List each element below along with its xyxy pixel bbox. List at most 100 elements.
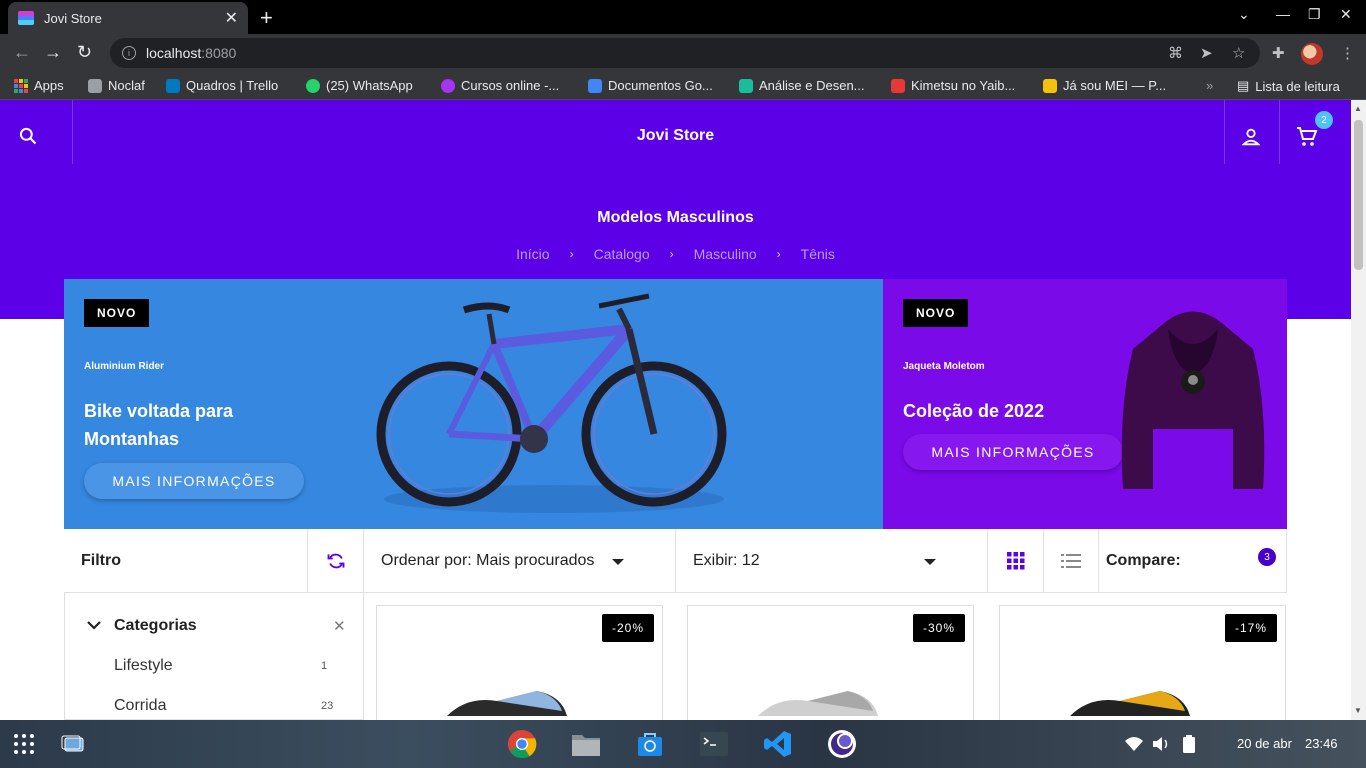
refresh-icon bbox=[327, 553, 344, 569]
address-bar[interactable]: i localhost:8080 bbox=[110, 38, 1260, 68]
back-icon[interactable]: ← bbox=[13, 42, 31, 63]
taskbar-time[interactable]: 23:46 bbox=[1305, 736, 1338, 751]
breadcrumb-item[interactable]: Masculino bbox=[694, 246, 757, 262]
window-switcher-icon[interactable] bbox=[58, 729, 88, 759]
bike-banner[interactable]: NOVO Aluminium Rider Bike voltada para M… bbox=[64, 279, 883, 529]
reset-filter-button[interactable] bbox=[308, 529, 364, 593]
terminal-icon[interactable] bbox=[699, 729, 729, 759]
bookmark-kimetsu[interactable]: Kimetsu no Yaib... bbox=[891, 78, 1015, 93]
reading-list-label: Lista de leitura bbox=[1255, 78, 1340, 94]
product-card[interactable]: -17% bbox=[999, 605, 1286, 720]
compare-label: Compare: bbox=[1106, 552, 1181, 569]
eclipse-icon[interactable] bbox=[827, 729, 857, 759]
store-brand[interactable]: Jovi Store bbox=[0, 127, 1351, 145]
bookmark-star-icon[interactable]: ☆ bbox=[1232, 44, 1245, 62]
bookmark-label: Análise e Desen... bbox=[759, 78, 865, 93]
bookmark-mei[interactable]: Já sou MEI — P... bbox=[1043, 78, 1166, 93]
tv-icon bbox=[891, 78, 905, 93]
chevron-right-icon: › bbox=[669, 247, 674, 261]
bookmark-label: (25) WhatsApp bbox=[326, 78, 413, 93]
product-card[interactable]: -20% bbox=[376, 605, 663, 720]
window-close-icon[interactable]: ✕ bbox=[1340, 6, 1352, 23]
volume-icon[interactable] bbox=[1146, 729, 1176, 759]
breadcrumb-item[interactable]: Início bbox=[516, 246, 549, 262]
browser-tab[interactable]: Jovi Store ✕ bbox=[8, 2, 248, 34]
store-favicon-icon bbox=[18, 11, 34, 25]
reload-icon[interactable]: ↻ bbox=[77, 42, 92, 63]
discount-badge: -30% bbox=[912, 614, 965, 642]
more-info-button[interactable]: MAIS INFORMAÇÕES bbox=[903, 434, 1123, 470]
url-port: :8080 bbox=[201, 45, 237, 61]
page-scrollbar[interactable]: ▲ ▼ bbox=[1351, 100, 1366, 720]
category-item[interactable]: Corrida bbox=[114, 697, 166, 715]
breadcrumb-item[interactable]: Catalogo bbox=[594, 246, 650, 262]
store-bag-icon[interactable] bbox=[635, 729, 665, 759]
banner-subtitle: Aluminium Rider bbox=[84, 361, 165, 372]
shopping-cart-icon[interactable] bbox=[1295, 125, 1319, 149]
category-count: 1 bbox=[321, 660, 328, 672]
breadcrumb-item: Tênis bbox=[800, 246, 835, 262]
show-count-select[interactable]: Exibir: 12 bbox=[676, 529, 988, 593]
grid-view-button[interactable] bbox=[988, 529, 1044, 593]
list-view-button[interactable] bbox=[1044, 529, 1099, 593]
tab-title: Jovi Store bbox=[44, 10, 102, 26]
hoodie-image bbox=[1121, 311, 1265, 489]
wifi-icon[interactable] bbox=[1119, 729, 1149, 759]
bookmark-label: Quadros | Trello bbox=[186, 78, 279, 93]
tab-close-icon[interactable]: ✕ bbox=[225, 8, 238, 28]
bookmark-analise[interactable]: Análise e Desen... bbox=[739, 78, 865, 93]
forward-icon[interactable]: → bbox=[44, 42, 62, 63]
chrome-icon[interactable] bbox=[507, 729, 537, 759]
filter-header: Filtro bbox=[64, 529, 308, 593]
filter-sidebar: Categorias ✕ Lifestyle 1 Corrida 23 bbox=[64, 593, 364, 720]
bookmark-label: Documentos Go... bbox=[608, 78, 713, 93]
os-taskbar: 20 de abr 23:46 bbox=[0, 720, 1366, 768]
maximize-icon[interactable]: ❐ bbox=[1308, 6, 1321, 23]
profile-avatar[interactable] bbox=[1301, 43, 1323, 65]
reading-list[interactable]: ▤ Lista de leitura bbox=[1237, 78, 1340, 94]
discount-badge: -20% bbox=[601, 614, 654, 642]
tab-search-icon[interactable]: ⌄ bbox=[1238, 6, 1250, 23]
category-item[interactable]: Lifestyle bbox=[114, 657, 173, 675]
site-info-icon[interactable]: i bbox=[122, 46, 136, 60]
bookmark-label: Noclaf bbox=[108, 78, 145, 93]
categories-title[interactable]: Categorias bbox=[114, 617, 197, 635]
new-tab-icon[interactable]: + bbox=[260, 5, 273, 31]
battery-icon[interactable] bbox=[1174, 729, 1204, 759]
send-icon[interactable]: ➤ bbox=[1200, 44, 1213, 62]
reading-list-icon: ▤ bbox=[1237, 78, 1250, 93]
user-account-icon[interactable] bbox=[1240, 126, 1262, 148]
vscode-icon[interactable] bbox=[763, 729, 793, 759]
shoe-image bbox=[758, 691, 878, 716]
cart-count-badge: 2 bbox=[1315, 111, 1333, 129]
hoodie-banner[interactable]: NOVO Jaqueta Moletom Coleção de 2022 MAI… bbox=[883, 279, 1287, 529]
scroll-thumb[interactable] bbox=[1354, 120, 1363, 270]
browser-menu-icon[interactable]: ⋮ bbox=[1340, 44, 1355, 62]
new-tag: NOVO bbox=[903, 299, 969, 327]
mei-icon bbox=[1043, 78, 1057, 93]
bookmark-docs[interactable]: Documentos Go... bbox=[588, 78, 713, 93]
scroll-down-icon[interactable]: ▼ bbox=[1354, 706, 1362, 715]
bookmark-apps[interactable]: Apps bbox=[14, 78, 64, 93]
banner-headline: Bike voltada para Montanhas bbox=[84, 401, 234, 449]
app-launcher-icon[interactable] bbox=[9, 729, 39, 759]
bookmark-cursos[interactable]: Cursos online -... bbox=[441, 78, 559, 93]
analise-icon bbox=[739, 78, 753, 93]
files-icon[interactable] bbox=[571, 729, 601, 759]
more-info-button[interactable]: MAIS INFORMAÇÕES bbox=[84, 463, 304, 499]
sort-select[interactable]: Ordenar por: Mais procurados bbox=[364, 529, 676, 593]
category-count: 23 bbox=[321, 700, 334, 712]
translate-icon[interactable]: ⌘ bbox=[1168, 44, 1183, 62]
chevron-down-icon[interactable] bbox=[87, 620, 101, 630]
discount-badge: -17% bbox=[1224, 614, 1277, 642]
minimize-icon[interactable]: — bbox=[1276, 6, 1290, 22]
more-bookmarks-icon[interactable]: » bbox=[1206, 78, 1213, 93]
product-card[interactable]: -30% bbox=[687, 605, 974, 720]
bookmark-trello[interactable]: Quadros | Trello bbox=[166, 78, 278, 93]
clear-category-icon[interactable]: ✕ bbox=[333, 617, 346, 635]
bookmark-whatsapp[interactable]: (25) WhatsApp bbox=[306, 78, 413, 93]
scroll-up-icon[interactable]: ▲ bbox=[1354, 104, 1362, 113]
extensions-icon[interactable]: ✚ bbox=[1272, 44, 1285, 62]
bookmark-noclaf[interactable]: Noclaf bbox=[88, 78, 145, 93]
taskbar-date[interactable]: 20 de abr bbox=[1237, 736, 1292, 751]
